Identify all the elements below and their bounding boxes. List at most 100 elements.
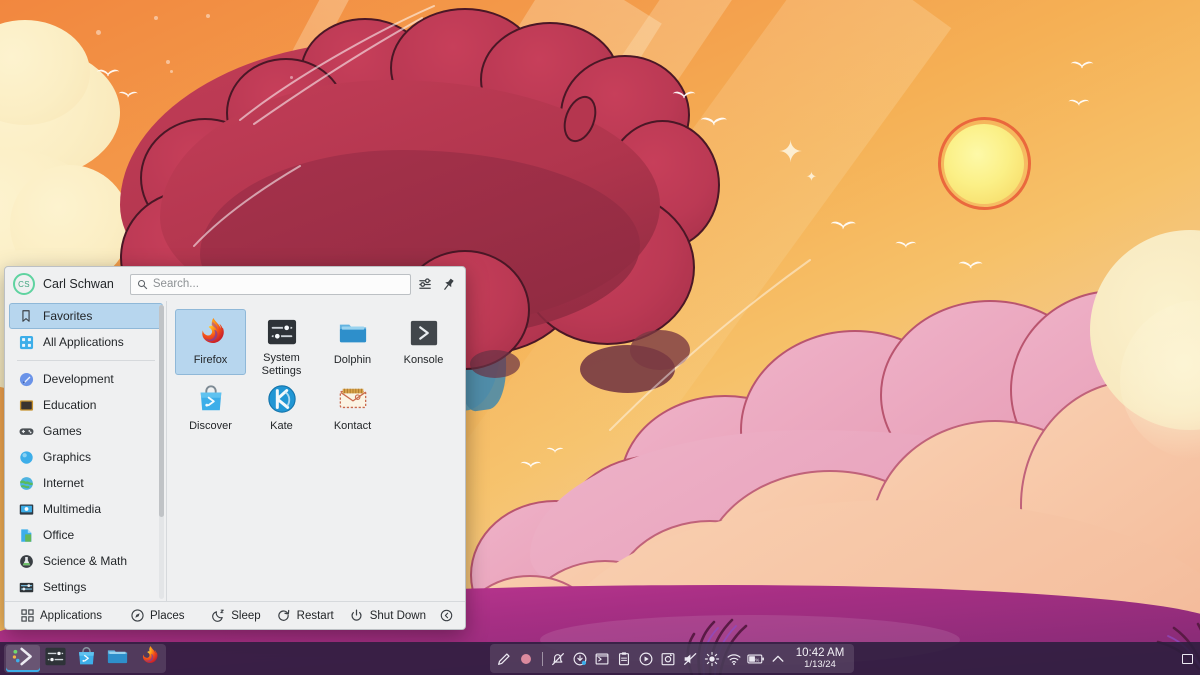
sidebar-item-favorites[interactable]: Favorites — [9, 303, 163, 329]
sidebar-item-label: Settings — [43, 580, 87, 594]
app-item-system-settings[interactable]: System Settings — [246, 309, 317, 377]
tab-applications[interactable]: Applications — [13, 606, 109, 626]
task-discover[interactable] — [71, 645, 102, 672]
expand-tray-icon[interactable] — [768, 648, 789, 669]
app-item-kontact[interactable]: Kontact — [317, 375, 388, 441]
sidebar-item-settings[interactable]: Settings — [9, 574, 163, 600]
tray-separator — [538, 648, 547, 669]
sidebar-item-internet[interactable]: Internet — [9, 470, 163, 496]
favorites-grid[interactable]: Firefox System Settings Dolphin Konsole … — [167, 301, 465, 601]
dolphin-icon — [337, 317, 369, 349]
avatar[interactable]: CS — [13, 273, 35, 295]
firefox-icon — [195, 317, 227, 349]
sidebar-item-label: Internet — [43, 476, 84, 490]
sidebar-item-label: All Applications — [43, 335, 124, 349]
media-player-icon[interactable] — [636, 648, 657, 669]
desktop[interactable]: ✦ ✦ CS Carl Schwan Search... Favorites A… — [0, 0, 1200, 675]
firefox-icon — [138, 645, 159, 672]
sparkle-icon: ✦ — [806, 169, 817, 184]
sidebar-item-label: Multimedia — [43, 502, 102, 516]
restart-label: Restart — [296, 609, 334, 622]
sidebar-item-office[interactable]: Office — [9, 522, 163, 548]
more-actions-icon[interactable] — [435, 606, 457, 626]
sidebar-scrollbar[interactable] — [159, 305, 164, 599]
task-firefox[interactable] — [133, 645, 164, 672]
compass-icon — [130, 609, 144, 623]
sidebar-item-label: Office — [43, 528, 75, 542]
dolphin-icon — [107, 646, 128, 672]
sidebar-item-multimedia[interactable]: Multimedia — [9, 496, 163, 522]
bookmark-icon — [18, 308, 34, 324]
sidebar-item-label: Development — [43, 372, 114, 386]
app-item-firefox[interactable]: Firefox — [175, 309, 246, 375]
sun-icon — [944, 124, 1024, 204]
sidebar-item-science-and-math[interactable]: Science & Math — [9, 548, 163, 574]
svg-text:46%: 46% — [750, 657, 759, 662]
tab-label: Places — [150, 609, 185, 622]
kickoff-footer[interactable]: Applications Places Sleep Restart Shut D… — [5, 601, 465, 629]
battery-icon[interactable]: 46% — [746, 648, 767, 669]
kickoff-launcher-button[interactable] — [6, 645, 40, 672]
task-system-settings[interactable] — [40, 645, 71, 672]
sleep-icon — [211, 609, 225, 623]
task-dolphin[interactable] — [102, 645, 133, 672]
sidebar-item-education[interactable]: Education — [9, 392, 163, 418]
power-icon — [350, 609, 364, 623]
app-item-discover[interactable]: Discover — [175, 375, 246, 441]
digital-clock[interactable]: 10:42 AM 1/13/24 — [790, 647, 851, 671]
restart-button[interactable]: Restart — [270, 606, 341, 626]
shutdown-label: Shut Down — [369, 609, 426, 622]
user-name: Carl Schwan — [43, 277, 114, 291]
pin-icon[interactable] — [440, 276, 457, 293]
vault-icon[interactable] — [658, 648, 679, 669]
search-field[interactable] — [129, 273, 411, 295]
tab-label: Applications — [40, 609, 103, 622]
app-item-dolphin[interactable]: Dolphin — [317, 309, 388, 375]
network-wifi-icon[interactable] — [724, 648, 745, 669]
shutdown-button[interactable]: Shut Down — [343, 606, 433, 626]
app-item-label: Discover — [189, 420, 232, 432]
app-item-konsole[interactable]: Konsole — [388, 309, 459, 375]
tab-places[interactable]: Places — [123, 606, 192, 626]
sidebar-item-all-applications[interactable]: All Applications — [9, 329, 163, 355]
sparkle-icon: ✦ — [778, 136, 804, 169]
multimedia-icon — [18, 501, 34, 517]
sidebar-item-label: Favorites — [43, 309, 93, 323]
application-launcher-menu[interactable]: CS Carl Schwan Search... Favorites All A… — [4, 266, 466, 630]
clock-date: 1/13/24 — [804, 658, 836, 670]
office-icon — [18, 527, 34, 543]
sleep-button[interactable]: Sleep — [204, 606, 267, 626]
system-tray[interactable]: 46% 10:42 AM 1/13/24 — [489, 644, 855, 673]
category-sidebar[interactable]: Favorites All Applications Development E… — [5, 301, 166, 601]
terminal-icon[interactable] — [592, 648, 613, 669]
internet-icon — [18, 475, 34, 491]
taskbar-panel[interactable]: 46% 10:42 AM 1/13/24 — [0, 642, 1200, 675]
clipboard-icon[interactable] — [614, 648, 635, 669]
show-desktop-button[interactable] — [1178, 644, 1196, 673]
sidebar-item-games[interactable]: Games — [9, 418, 163, 444]
education-icon — [18, 397, 34, 413]
record-icon[interactable] — [516, 648, 537, 669]
kickoff-header: CS Carl Schwan — [5, 267, 465, 301]
brightness-icon[interactable] — [702, 648, 723, 669]
task-manager[interactable] — [4, 644, 166, 673]
graphics-icon — [18, 449, 34, 465]
sidebar-divider — [17, 360, 155, 361]
annotate-icon[interactable] — [494, 648, 515, 669]
sidebar-item-label: Games — [43, 424, 82, 438]
grid-icon — [20, 609, 34, 623]
konsole-icon — [408, 317, 440, 349]
volume-muted-icon[interactable] — [680, 648, 701, 669]
configure-icon[interactable] — [417, 276, 434, 293]
app-item-label: Dolphin — [333, 354, 372, 366]
sidebar-item-development[interactable]: Development — [9, 366, 163, 392]
development-icon — [18, 371, 34, 387]
app-item-kate[interactable]: Kate — [246, 375, 317, 441]
notifications-muted-icon[interactable] — [548, 648, 569, 669]
sidebar-item-label: Graphics — [43, 450, 92, 464]
search-input[interactable] — [152, 278, 404, 290]
sidebar-item-graphics[interactable]: Graphics — [9, 444, 163, 470]
restart-icon — [277, 609, 291, 623]
applications-icon — [18, 334, 34, 350]
updates-icon[interactable] — [570, 648, 591, 669]
